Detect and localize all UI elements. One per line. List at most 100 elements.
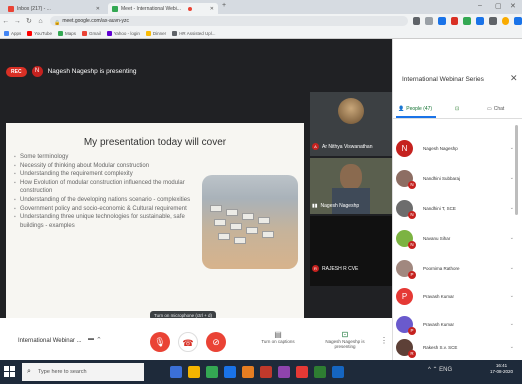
extension-icon[interactable]	[514, 17, 522, 25]
extension-icon[interactable]	[438, 17, 446, 25]
participant-name: Rakesh S.v. SCE	[423, 344, 458, 350]
app-icon[interactable]	[332, 366, 344, 378]
tile-name: A Ar Nithya Viswanathan	[312, 143, 373, 150]
minimize-icon[interactable]: –	[478, 2, 482, 9]
home-icon[interactable]: ⌂	[35, 18, 47, 25]
presenting-text: Nagesh Nageshp is presenting	[47, 68, 137, 75]
taskbar-search-input[interactable]: ⌕ Type here to search	[22, 363, 144, 381]
building-shape	[230, 223, 242, 230]
list-item[interactable]: P Poornima Rathore ⌄	[396, 253, 514, 283]
list-item[interactable]: R Rakesh S.v. SCE ⌄	[396, 336, 514, 358]
close-icon[interactable]: ✕	[210, 6, 214, 12]
app-icon[interactable]	[224, 366, 236, 378]
back-icon[interactable]: ←	[0, 18, 12, 25]
building-shape	[214, 219, 226, 226]
address-bar[interactable]: 🔒 meet.google.com/ax-auvn-yzc	[50, 16, 408, 26]
avatar: A	[312, 143, 319, 150]
bookmark-label: Yahoo - login	[113, 30, 140, 36]
chevron-down-icon[interactable]: ⌄	[510, 265, 514, 271]
building-shape	[258, 217, 270, 224]
file-explorer-icon[interactable]	[188, 366, 200, 378]
avatar: P	[396, 259, 416, 279]
tab-label: Meet - International Webi...	[121, 5, 181, 12]
meet-icon	[112, 5, 118, 12]
star-icon[interactable]	[425, 17, 434, 25]
building-shape	[210, 205, 222, 212]
chevron-down-icon[interactable]: ⌄	[510, 344, 514, 350]
tab-meet[interactable]: Meet - International Webi... ✕	[108, 3, 218, 14]
app-icon[interactable]	[278, 366, 290, 378]
extension-icon[interactable]	[488, 17, 497, 25]
new-tab-button[interactable]: +	[222, 2, 226, 9]
end-call-button[interactable]: ☎	[178, 332, 198, 352]
clock[interactable]: 16:41 17-08-2020	[490, 363, 513, 375]
tab-people[interactable]: 👤 People (47)	[398, 106, 432, 112]
captions-button[interactable]: ▤ Turn on captions	[258, 330, 298, 344]
tab-chat[interactable]: ▭ Chat	[487, 106, 504, 112]
modular-buildings-photo	[202, 175, 298, 269]
list-item[interactable]: N Navanu Sihar ⌄	[396, 223, 514, 253]
task-view-icon[interactable]	[170, 366, 182, 378]
list-item[interactable]: P Pravash Kumar ⌄	[396, 281, 514, 311]
chevron-up-icon[interactable]: ⌃	[96, 336, 102, 344]
participant-tile[interactable]	[310, 216, 392, 286]
bookmark-yahoo[interactable]: Yahoo - login	[106, 30, 140, 36]
avatar: N	[31, 66, 43, 77]
avatar: N	[396, 229, 416, 249]
close-icon[interactable]: ✕	[96, 6, 100, 12]
microphone-off-button[interactable]: 🎙	[150, 332, 170, 352]
list-item[interactable]: N Nandhini T, SCE ⌄	[396, 193, 514, 223]
window-close-icon[interactable]: ✕	[510, 2, 516, 10]
bookmark-maps[interactable]: Maps	[57, 30, 76, 36]
recording-dot-icon	[187, 6, 192, 11]
list-item[interactable]: P Pravash Kumar ⌄	[396, 309, 514, 339]
app-icon[interactable]	[296, 366, 308, 378]
extension-icon[interactable]	[450, 17, 459, 25]
slide-bullets: Some terminology Necessity of thinking a…	[14, 153, 194, 230]
bookmark-hr[interactable]: HR Assisted Upl...	[172, 30, 216, 36]
building-shape	[242, 213, 254, 220]
scrollbar[interactable]	[515, 125, 518, 215]
app-icon[interactable]	[206, 366, 218, 378]
app-icon[interactable]	[242, 366, 254, 378]
chevron-down-icon[interactable]: ⌄	[510, 235, 514, 241]
chat-bubble-icon[interactable]: ▬	[88, 336, 94, 342]
list-item[interactable]: N Nandhini Subbaraj ⌄	[396, 163, 514, 193]
maximize-icon[interactable]: ▢	[495, 2, 502, 10]
profile-avatar[interactable]	[501, 17, 510, 25]
app-icon[interactable]	[260, 366, 272, 378]
system-tray[interactable]: ^ ⌃ ENG	[428, 366, 452, 373]
chevron-down-icon[interactable]: ⌄	[510, 145, 514, 151]
tab-activities[interactable]: ⊡	[455, 106, 459, 112]
chrome-icon[interactable]	[314, 366, 326, 378]
camera-off-button[interactable]: ⊘	[206, 332, 226, 352]
extension-icon[interactable]	[476, 17, 484, 25]
present-button[interactable]: ⊡ Nagesh Nageshp is presenting	[320, 330, 370, 349]
windows-start-icon[interactable]	[4, 366, 16, 378]
people-icon: 👤	[398, 106, 405, 112]
chevron-down-icon[interactable]: ⌄	[510, 293, 514, 299]
meeting-title[interactable]: International Webinar ...	[18, 338, 82, 344]
avatar-badge: P	[408, 270, 416, 279]
bookmark-gmail[interactable]: Gmail	[81, 30, 101, 36]
camera-icon[interactable]	[412, 17, 421, 25]
avatar: N	[396, 139, 413, 157]
bookmark-dinner[interactable]: Dinner	[145, 30, 166, 36]
clock-date: 17-08-2020	[490, 369, 514, 374]
chevron-down-icon[interactable]: ⌄	[510, 205, 514, 211]
chevron-down-icon[interactable]: ⌄	[510, 175, 514, 181]
bookmark-label: Apps	[11, 30, 22, 36]
forward-icon[interactable]: →	[12, 18, 24, 25]
avatar: N	[396, 199, 416, 219]
list-item[interactable]: N Nagesh Nageshp ⌄	[396, 133, 514, 163]
bookmark-apps[interactable]: Apps	[4, 30, 22, 36]
bookmark-label: HR Assisted Upl...	[179, 30, 216, 36]
tab-inbox[interactable]: Inbox (217) - ... ✕	[4, 3, 104, 14]
reload-icon[interactable]: ↻	[23, 17, 35, 25]
close-icon[interactable]: ✕	[510, 73, 518, 84]
more-options-icon[interactable]: ⋮	[380, 336, 388, 345]
extension-icon[interactable]	[463, 17, 472, 25]
avatar: N	[396, 169, 416, 189]
bookmark-youtube[interactable]: YouTube	[27, 30, 52, 36]
chevron-down-icon[interactable]: ⌄	[510, 321, 514, 327]
